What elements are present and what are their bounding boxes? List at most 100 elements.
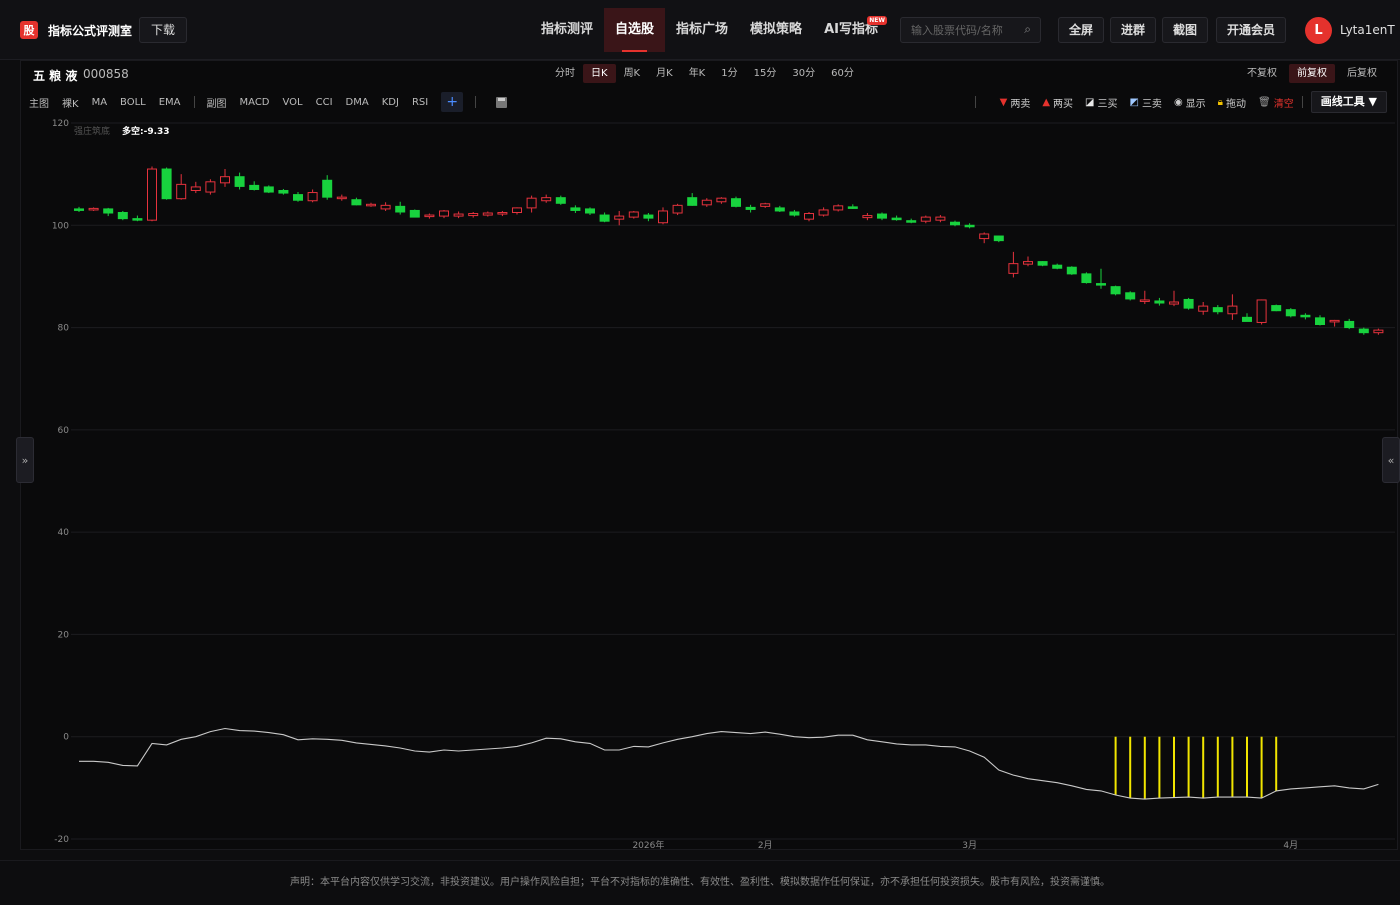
- main-indicator-ma[interactable]: MA: [92, 97, 107, 108]
- avatar[interactable]: L: [1305, 17, 1332, 44]
- membership-button[interactable]: 开通会员: [1216, 17, 1287, 43]
- period-tab-weekly[interactable]: 周K: [616, 64, 649, 83]
- candle-up: [1169, 301, 1179, 305]
- candle-up: [862, 215, 873, 219]
- indicator-line-layer: [79, 727, 1379, 800]
- stock-code: 000858: [83, 67, 129, 81]
- candle-down: [249, 184, 260, 190]
- candle-down: [877, 213, 887, 219]
- candle-up: [526, 197, 537, 209]
- sub-indicator-rsi[interactable]: RSI: [412, 97, 428, 108]
- main-indicator-boll[interactable]: BOLL: [120, 97, 146, 108]
- username[interactable]: Lyta1enT: [1340, 23, 1395, 37]
- candle-down: [1037, 261, 1048, 266]
- period-tab-1min[interactable]: 1分: [713, 64, 745, 83]
- candle-down: [745, 206, 756, 210]
- candle-up: [147, 168, 157, 221]
- nav-item-indicator-square[interactable]: 指标广场: [665, 8, 739, 52]
- download-button[interactable]: 下载: [139, 17, 188, 43]
- nav-item-indicator-review[interactable]: 指标测评: [530, 8, 604, 52]
- candle-up: [176, 183, 187, 200]
- two-sell-tool[interactable]: ▼ 两卖: [1000, 95, 1031, 110]
- chart-panel: 五 粮 液 000858 分时 日K 周K 月K 年K 1分 15分 30分 6…: [20, 60, 1398, 851]
- add-indicator-button[interactable]: +: [441, 92, 464, 112]
- candle-up: [497, 212, 508, 215]
- candle-up: [920, 216, 931, 222]
- candle-down: [1096, 283, 1106, 286]
- x-tick-label: 2026年: [632, 839, 664, 851]
- sub-indicator-vol[interactable]: VOL: [283, 97, 303, 108]
- candle-down: [234, 176, 245, 187]
- period-tab-15min[interactable]: 15分: [746, 64, 785, 83]
- candle-up: [1023, 261, 1033, 265]
- candle-up: [439, 210, 449, 217]
- candle-up: [979, 233, 990, 240]
- period-tab-yearly[interactable]: 年K: [681, 64, 714, 83]
- candle-up: [190, 186, 201, 192]
- nav-item-ai-write-indicator[interactable]: AI写指标 NEW: [813, 8, 889, 52]
- sub-indicator-macd[interactable]: MACD: [240, 97, 270, 108]
- candle-up: [380, 204, 391, 210]
- candle-down: [263, 186, 274, 193]
- period-tab-daily[interactable]: 日K: [583, 64, 616, 83]
- candle-up: [658, 210, 668, 224]
- kline-chart[interactable]: 120 100 80 60 40 20 0 -20 2026年 2月 3月 4月 强庄筑底 多空:-…: [21, 113, 1397, 851]
- main-indicator-raw-k[interactable]: 裸K: [62, 95, 79, 110]
- divider: [475, 96, 477, 108]
- join-group-button[interactable]: 进群: [1110, 17, 1157, 43]
- main-indicator-ema[interactable]: EMA: [159, 97, 181, 108]
- show-tool[interactable]: ◉ 显示: [1174, 95, 1206, 110]
- x-tick-label: 3月: [962, 840, 977, 851]
- drag-tool[interactable]: 🔒︎ 拖动: [1218, 95, 1246, 110]
- adjust-backward[interactable]: 后复权: [1339, 64, 1385, 83]
- stock-name: 五 粮 液: [33, 69, 78, 83]
- x-axis-ticks: 2026年 2月 3月 4月: [632, 839, 1298, 851]
- candle-up: [220, 176, 230, 184]
- candle-down: [409, 209, 420, 218]
- search-icon[interactable]: ⌕: [1024, 22, 1031, 37]
- falling-line-icon: ◩: [1129, 96, 1139, 108]
- period-tab-monthly[interactable]: 月K: [648, 64, 681, 83]
- candle-down: [847, 206, 858, 209]
- nav-item-watchlist[interactable]: 自选股: [604, 8, 666, 52]
- candle-up: [614, 215, 625, 220]
- period-tab-intraday[interactable]: 分时: [547, 64, 583, 83]
- three-sell-tool[interactable]: ◩ 三卖: [1129, 95, 1161, 110]
- sub-indicator-dma[interactable]: DMA: [346, 97, 369, 108]
- top-bar: 股 指标公式评测室 下载 指标测评 自选股 指标广场 模拟策略 AI写指标 NEW…: [0, 0, 1400, 60]
- candle-up: [628, 211, 639, 218]
- divider: [193, 96, 195, 108]
- candle-down: [1300, 314, 1311, 318]
- draw-tools-button[interactable]: 画线工具 ▼: [1310, 91, 1387, 113]
- three-buy-tool[interactable]: ◪ 三买: [1085, 95, 1117, 110]
- candle-up: [468, 213, 479, 217]
- disclaimer-footer: 声明：本平台内容仅供学习交流，非投资建议。用户操作风险自担；平台不对指标的准确性…: [0, 860, 1400, 900]
- fullscreen-button[interactable]: 全屏: [1058, 17, 1105, 43]
- period-tab-60min[interactable]: 60分: [823, 64, 862, 83]
- sub-indicator-cci[interactable]: CCI: [316, 97, 333, 108]
- period-tab-30min[interactable]: 30分: [784, 64, 823, 83]
- nav-item-simulated-strategy[interactable]: 模拟策略: [739, 8, 813, 52]
- y-tick-label: 60: [58, 426, 70, 436]
- candle-up: [1008, 263, 1019, 274]
- candle-down: [74, 208, 84, 211]
- indicator-line: [79, 727, 1379, 800]
- candle-down: [555, 197, 566, 204]
- stock-search-input[interactable]: [901, 18, 1011, 42]
- adjust-forward[interactable]: 前复权: [1289, 64, 1335, 83]
- candle-up: [760, 203, 771, 207]
- candle-down: [278, 190, 289, 194]
- lock-icon: 🔒︎: [1217, 96, 1223, 108]
- expand-left-button[interactable]: »: [16, 437, 34, 483]
- clear-tool[interactable]: 🗑︎ 清空: [1258, 95, 1294, 110]
- screenshot-button[interactable]: 截图: [1162, 17, 1209, 43]
- save-icon[interactable]: [496, 96, 508, 108]
- down-triangle-icon: ▼: [999, 96, 1008, 108]
- y-tick-label: 100: [52, 221, 69, 231]
- expand-right-button[interactable]: «: [1382, 437, 1400, 483]
- candle-down: [1358, 328, 1369, 334]
- adjust-none[interactable]: 不复权: [1239, 64, 1285, 83]
- candle-up: [424, 214, 435, 218]
- two-buy-tool[interactable]: ▲ 两买: [1042, 95, 1073, 110]
- sub-indicator-kdj[interactable]: KDJ: [382, 97, 399, 108]
